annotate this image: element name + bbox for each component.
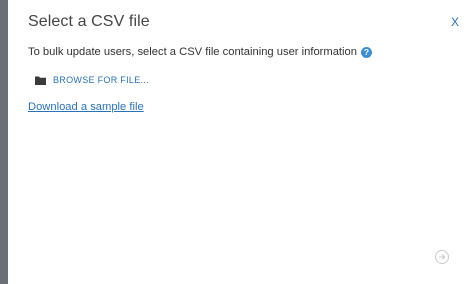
dialog-title: Select a CSV file [28,13,150,30]
download-sample-link[interactable]: Download a sample file [28,101,144,113]
next-button[interactable] [435,250,449,264]
browse-for-file-button[interactable]: BROWSE FOR FILE... [35,75,149,85]
arrow-right-icon [439,254,446,260]
instruction-text: To bulk update users, select a CSV file … [28,46,372,58]
browse-label: BROWSE FOR FILE... [53,75,149,85]
help-icon[interactable]: ? [360,47,372,58]
folder-icon [35,76,46,85]
close-button[interactable]: X [451,15,459,29]
left-rail [0,0,8,284]
select-csv-dialog: Select a CSV file X To bulk update users… [8,0,474,284]
instruction-label: To bulk update users, select a CSV file … [28,46,357,58]
